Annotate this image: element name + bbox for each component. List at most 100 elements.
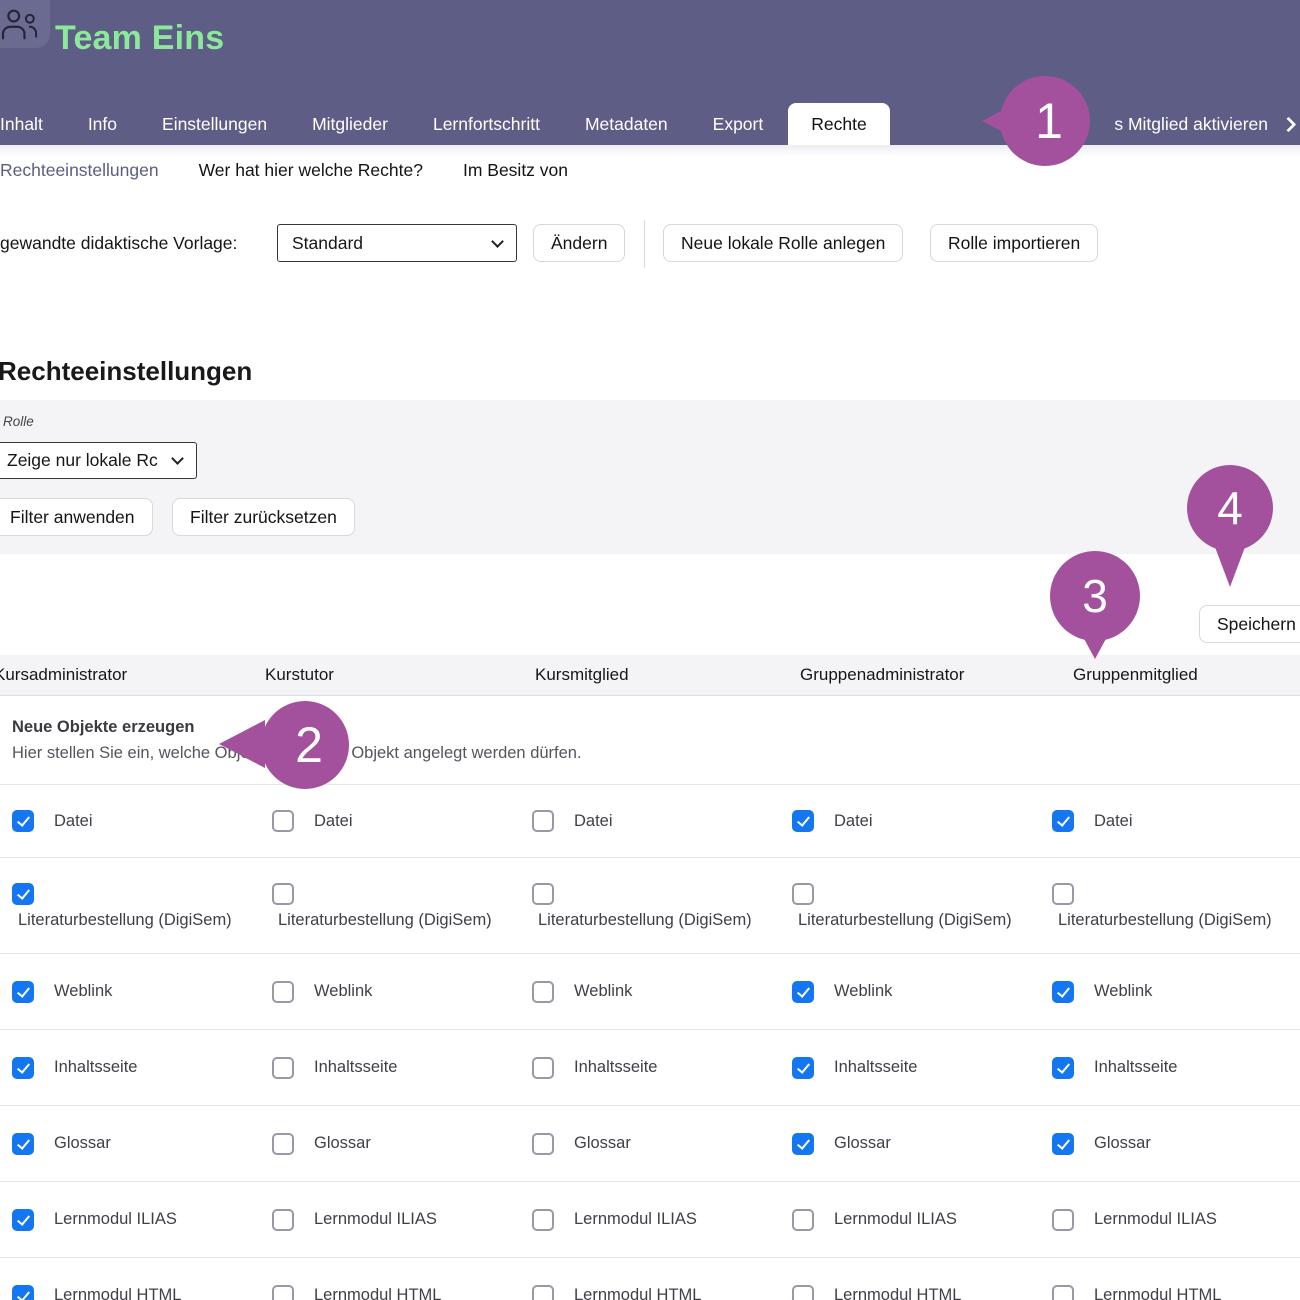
member-activate-link[interactable]: s Mitglied aktivieren	[1114, 103, 1294, 145]
permission-cell: Literaturbestellung (DigiSem)	[792, 858, 1042, 953]
permission-checkbox[interactable]	[272, 810, 294, 832]
column-gruppenmitglied: Gruppenmitglied	[1073, 655, 1198, 695]
permission-checkbox[interactable]	[12, 1133, 34, 1155]
role-filter-select[interactable]: Zeige nur lokale Rc	[0, 442, 197, 479]
header-shadow	[0, 145, 1300, 155]
tab-export[interactable]: Export	[713, 114, 764, 135]
permission-cell: Inhaltsseite	[12, 1030, 262, 1105]
permission-cell: Glossar	[12, 1106, 262, 1181]
new-local-role-button[interactable]: Neue lokale Rolle anlegen	[663, 224, 903, 262]
permission-row-literaturbestellung: Literaturbestellung (DigiSem) Literaturb…	[0, 858, 1300, 954]
member-activate-label: s Mitglied aktivieren	[1114, 114, 1268, 135]
change-button[interactable]: Ändern	[533, 224, 625, 262]
permission-checkbox[interactable]	[12, 1209, 34, 1231]
permission-checkbox[interactable]	[792, 1285, 814, 1300]
permission-label: Glossar	[1094, 1134, 1151, 1153]
permission-checkbox[interactable]	[12, 1057, 34, 1079]
permission-checkbox[interactable]	[792, 981, 814, 1003]
annotation-number: 2	[261, 701, 349, 789]
permission-cell: Lernmodul ILIAS	[272, 1182, 522, 1257]
subtab-rechteeinstellungen[interactable]: Rechteeinstellungen	[0, 160, 159, 181]
filter-panel: Rolle Zeige nur lokale Rc Filter anwende…	[0, 400, 1300, 554]
permission-checkbox[interactable]	[272, 981, 294, 1003]
permission-label: Lernmodul HTML	[574, 1286, 701, 1300]
permission-label: Literaturbestellung (DigiSem)	[538, 911, 752, 930]
permission-row-glossar: Glossar Glossar Glossar Glossar Glossar	[0, 1106, 1300, 1182]
permission-row-datei: Datei Datei Datei Datei Datei	[0, 785, 1300, 858]
permission-checkbox[interactable]	[1052, 1209, 1074, 1231]
permission-checkbox[interactable]	[272, 1209, 294, 1231]
tab-metadaten[interactable]: Metadaten	[585, 114, 668, 135]
permission-checkbox[interactable]	[1052, 883, 1074, 905]
permission-checkbox[interactable]	[1052, 1285, 1074, 1300]
annotation-number: 4	[1187, 465, 1273, 551]
permission-checkbox[interactable]	[12, 810, 34, 832]
permission-checkbox[interactable]	[1052, 981, 1074, 1003]
filter-reset-button[interactable]: Filter zurücksetzen	[172, 498, 355, 536]
permission-checkbox[interactable]	[792, 810, 814, 832]
filter-apply-button[interactable]: Filter anwenden	[0, 498, 153, 536]
subtab-im-besitz-von[interactable]: Im Besitz von	[463, 160, 568, 181]
chevron-down-icon	[171, 452, 184, 465]
permission-checkbox[interactable]	[792, 1133, 814, 1155]
subtab-wer-hat-rechte[interactable]: Wer hat hier welche Rechte?	[199, 160, 423, 181]
role-filter-label: Rolle	[3, 414, 34, 429]
role-columns-header: Kursadministrator Kurstutor Kursmitglied…	[0, 655, 1300, 695]
permission-label: Literaturbestellung (DigiSem)	[278, 911, 492, 930]
tab-info[interactable]: Info	[88, 114, 117, 135]
didactic-template-select[interactable]: Standard	[277, 224, 517, 262]
save-button[interactable]: Speichern	[1199, 605, 1300, 643]
permission-label: Weblink	[314, 982, 372, 1001]
permission-checkbox[interactable]	[12, 883, 34, 905]
permission-checkbox[interactable]	[532, 981, 554, 1003]
group-people-icon	[0, 0, 50, 48]
check-icon	[796, 1060, 809, 1074]
didactic-template-row: gewandte didaktische Vorlage: Standard Ä…	[0, 222, 1300, 264]
tab-inhalt[interactable]: Inhalt	[0, 114, 43, 135]
permission-checkbox[interactable]	[272, 1285, 294, 1300]
tab-einstellungen[interactable]: Einstellungen	[162, 114, 267, 135]
permission-label: Glossar	[834, 1134, 891, 1153]
permission-label: Lernmodul HTML	[834, 1286, 961, 1300]
permission-checkbox[interactable]	[532, 810, 554, 832]
tab-rechte[interactable]: Rechte	[788, 103, 889, 145]
permission-checkbox[interactable]	[532, 1285, 554, 1300]
permission-label: Lernmodul ILIAS	[1094, 1210, 1217, 1229]
check-icon	[1056, 1060, 1069, 1074]
role-filter-select-value: Zeige nur lokale Rc	[7, 450, 158, 471]
permission-cell: Literaturbestellung (DigiSem)	[1052, 858, 1300, 953]
import-role-button[interactable]: Rolle importieren	[930, 224, 1098, 262]
permission-checkbox[interactable]	[532, 883, 554, 905]
check-icon	[796, 1136, 809, 1150]
column-kursadministrator: Kursadministrator	[0, 655, 127, 695]
permission-checkbox[interactable]	[1052, 1133, 1074, 1155]
permission-checkbox[interactable]	[272, 1133, 294, 1155]
permission-label: Datei	[834, 812, 873, 831]
permission-checkbox[interactable]	[272, 883, 294, 905]
permission-cell: Datei	[12, 785, 262, 857]
permission-checkbox[interactable]	[792, 1057, 814, 1079]
permission-checkbox[interactable]	[792, 883, 814, 905]
check-icon	[16, 1136, 29, 1150]
permission-checkbox[interactable]	[532, 1133, 554, 1155]
permission-checkbox[interactable]	[1052, 810, 1074, 832]
create-objects-section: Neue Objekte erzeugen Hier stellen Sie e…	[0, 695, 1300, 785]
permission-cell: Inhaltsseite	[532, 1030, 782, 1105]
permission-checkbox[interactable]	[792, 1209, 814, 1231]
divider	[644, 220, 645, 268]
permission-label: Glossar	[314, 1134, 371, 1153]
tab-mitglieder[interactable]: Mitglieder	[312, 114, 388, 135]
check-icon	[1056, 813, 1069, 827]
permission-checkbox[interactable]	[272, 1057, 294, 1079]
check-icon	[1056, 984, 1069, 998]
permission-cell: Lernmodul HTML	[272, 1258, 522, 1300]
tab-lernfortschritt[interactable]: Lernfortschritt	[433, 114, 540, 135]
permission-checkbox[interactable]	[1052, 1057, 1074, 1079]
permission-label: Lernmodul HTML	[1094, 1286, 1221, 1300]
permission-checkbox[interactable]	[12, 1285, 34, 1300]
permission-checkbox[interactable]	[12, 981, 34, 1003]
permission-checkbox[interactable]	[532, 1209, 554, 1231]
permission-cell: Datei	[1052, 785, 1300, 857]
permission-checkbox[interactable]	[532, 1057, 554, 1079]
permission-label: Weblink	[1094, 982, 1152, 1001]
